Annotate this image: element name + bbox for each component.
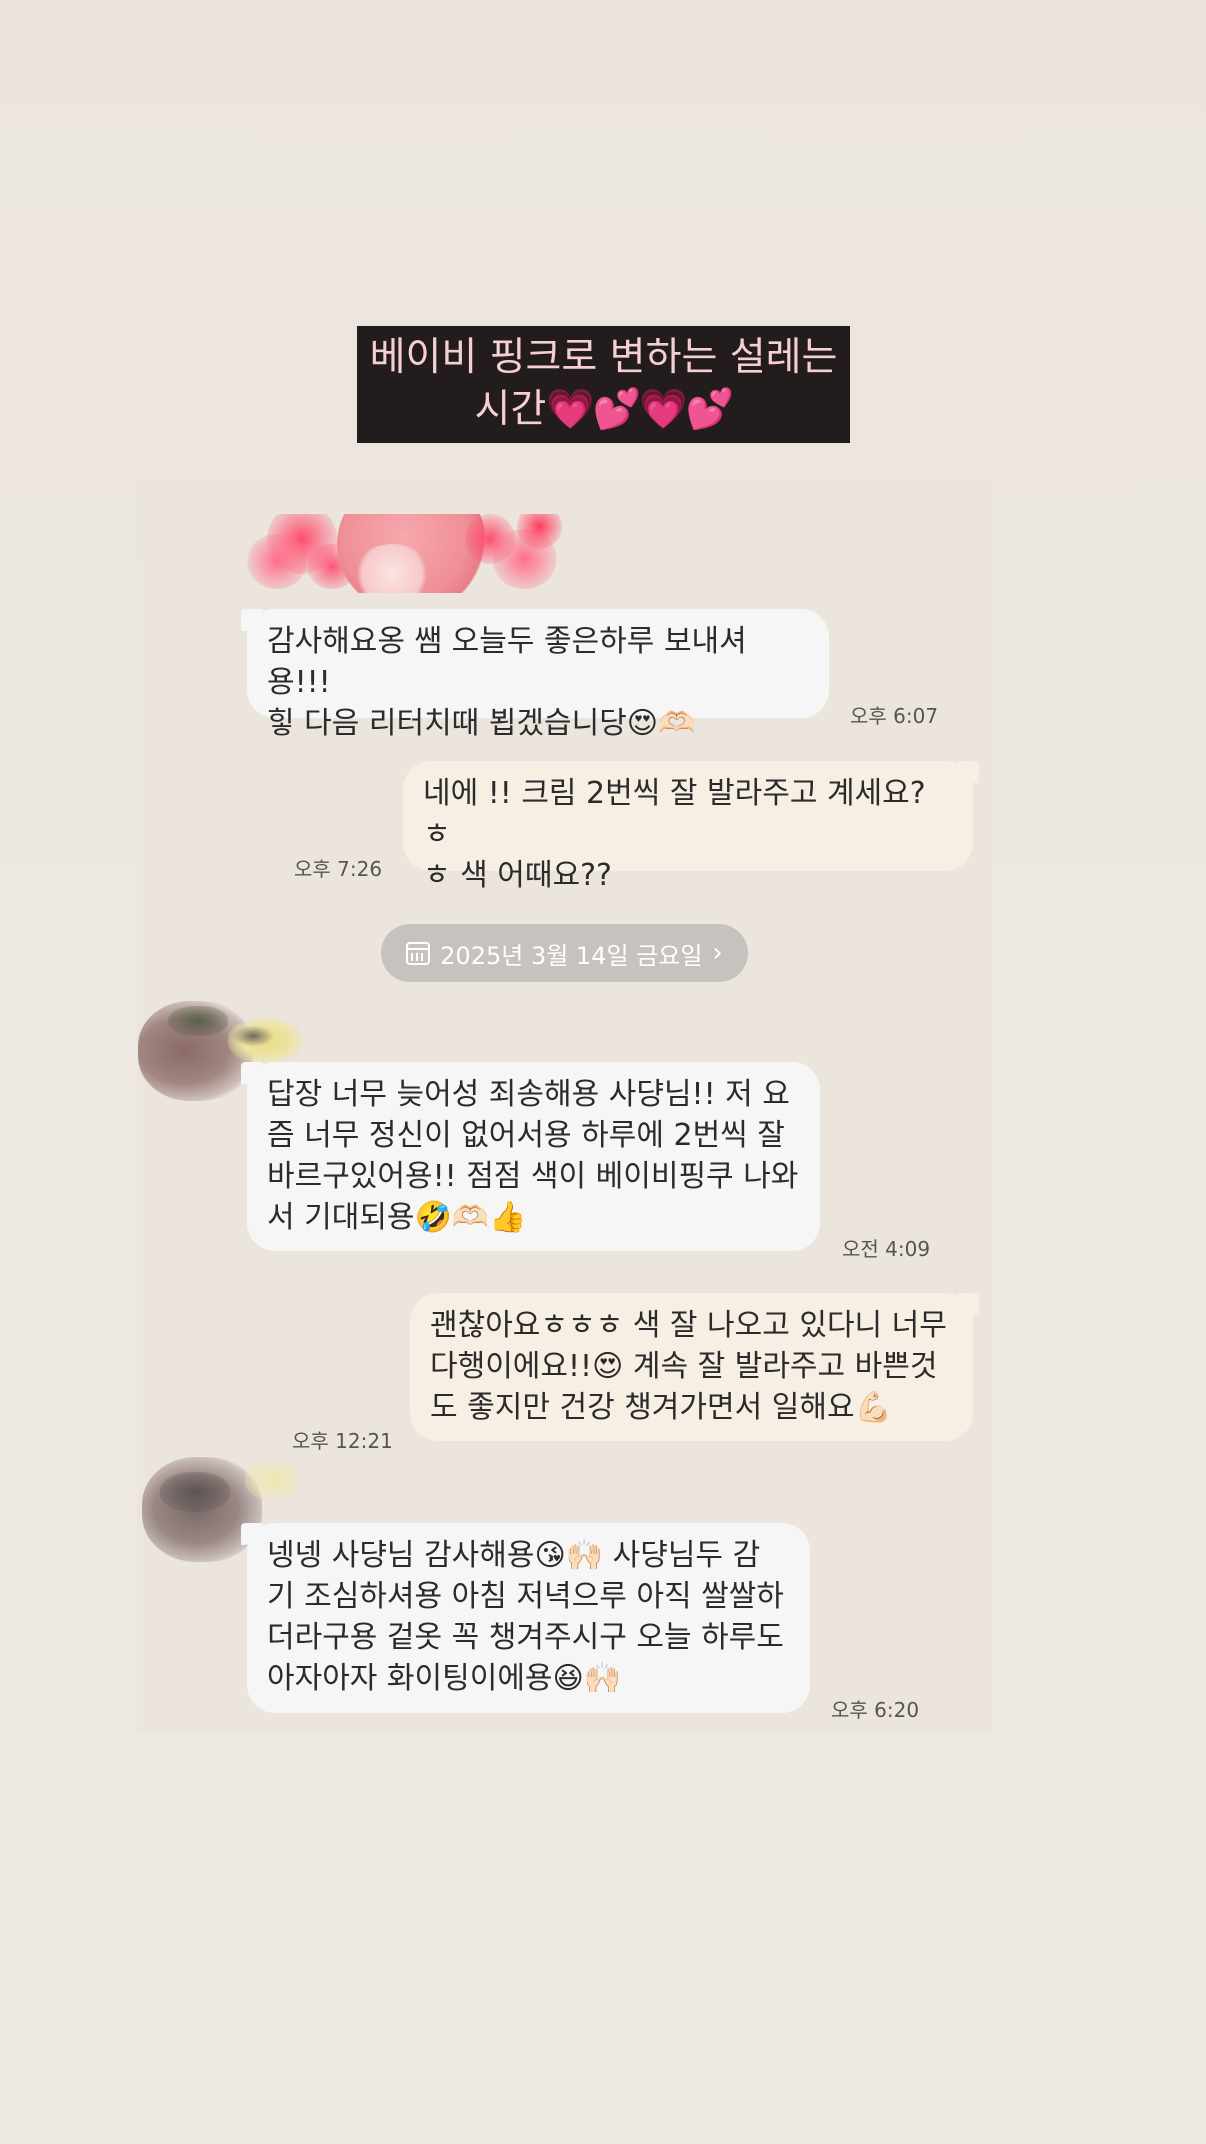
message-line: 서 기대되용🤣🫶🏻👍 bbox=[267, 1200, 527, 1235]
incoming-message-bubble[interactable]: 답장 너무 늦어성 죄송해용 사댱님!! 저 요 즘 너무 정신이 없어서용 하… bbox=[241, 1062, 820, 1251]
title-banner: 베이비 핑크로 변하는 설레는 시간💗💕💗💕 bbox=[357, 326, 850, 443]
message-line: 다행이에요!!😍 계속 잘 발라주고 바쁜것 bbox=[430, 1349, 938, 1384]
incoming-message-bubble[interactable]: 감사해요옹 쌤 오늘두 좋은하루 보내셔용!!! 힣 다음 리터치때 뵙겠습니당… bbox=[241, 609, 829, 741]
message-timestamp: 오후 12:21 bbox=[292, 1429, 393, 1453]
message-line: 네에 !! 크림 2번씩 잘 발라주고 계세요?ㅎ bbox=[423, 776, 926, 852]
message-line: ㅎ 색 어때요?? bbox=[423, 858, 612, 893]
date-divider[interactable]: 2025년 3월 14일 금요일 › bbox=[381, 924, 748, 982]
message-line: 힣 다음 리터치때 뵙겠습니당😍🫶🏻 bbox=[267, 706, 696, 741]
character-sticker-image[interactable] bbox=[247, 514, 562, 593]
title-line-1: 베이비 핑크로 변하는 설레는 bbox=[369, 335, 838, 380]
message-timestamp: 오후 6:20 bbox=[831, 1698, 920, 1722]
title-line-2: 시간💗💕💗💕 bbox=[357, 384, 850, 436]
outgoing-message-bubble[interactable]: 괜찮아요ㅎㅎㅎ 색 잘 나오고 있다니 너무 다행이에요!!😍 계속 잘 발라주… bbox=[410, 1293, 979, 1441]
message-line: 아자아자 화이팅이에용😆🙌🏻 bbox=[267, 1661, 622, 1696]
screen: 베이비 핑크로 변하는 설레는 시간💗💕💗💕 감사해요옹 쌤 오늘두 좋은하루 … bbox=[0, 0, 1206, 2144]
message-line: 즘 너무 정신이 없어서용 하루에 2번씩 잘 bbox=[267, 1118, 785, 1153]
message-timestamp: 오후 6:07 bbox=[850, 704, 939, 728]
message-timestamp: 오전 4:09 bbox=[842, 1237, 931, 1261]
date-divider-label: 2025년 3월 14일 금요일 bbox=[440, 941, 703, 970]
message-line: 더라구용 겉옷 꼭 챙겨주시구 오늘 하루도 bbox=[267, 1620, 784, 1655]
message-line: 도 좋지만 건강 챙겨가면서 일해요💪🏻 bbox=[430, 1390, 892, 1425]
incoming-message-bubble[interactable]: 넹넹 사댱님 감사해용😘🙌🏻 사댱님두 감 기 조심하셔용 아침 저녁으루 아직… bbox=[241, 1523, 810, 1713]
message-line: 바르구있어용!! 점점 색이 베이비핑쿠 나와 bbox=[267, 1159, 799, 1194]
message-line: 감사해요옹 쌤 오늘두 좋은하루 보내셔용!!! bbox=[267, 624, 747, 700]
title-line-2-text: 시간 bbox=[474, 387, 547, 432]
message-timestamp: 오후 7:26 bbox=[294, 857, 383, 881]
calendar-icon bbox=[406, 941, 431, 965]
hearts-emoji: 💗💕💗💕 bbox=[546, 387, 734, 432]
chevron-right-icon: › bbox=[712, 938, 723, 968]
message-line: 답장 너무 늦어성 죄송해용 사댱님!! 저 요 bbox=[267, 1077, 790, 1112]
message-line: 기 조심하셔용 아침 저녁으루 아직 쌀쌀하 bbox=[267, 1579, 784, 1614]
outgoing-message-bubble[interactable]: 네에 !! 크림 2번씩 잘 발라주고 계세요?ㅎ ㅎ 색 어때요?? bbox=[403, 761, 979, 893]
message-line: 넹넹 사댱님 감사해용😘🙌🏻 사댱님두 감 bbox=[267, 1538, 761, 1573]
message-line: 괜찮아요ㅎㅎㅎ 색 잘 나오고 있다니 너무 bbox=[430, 1308, 947, 1343]
